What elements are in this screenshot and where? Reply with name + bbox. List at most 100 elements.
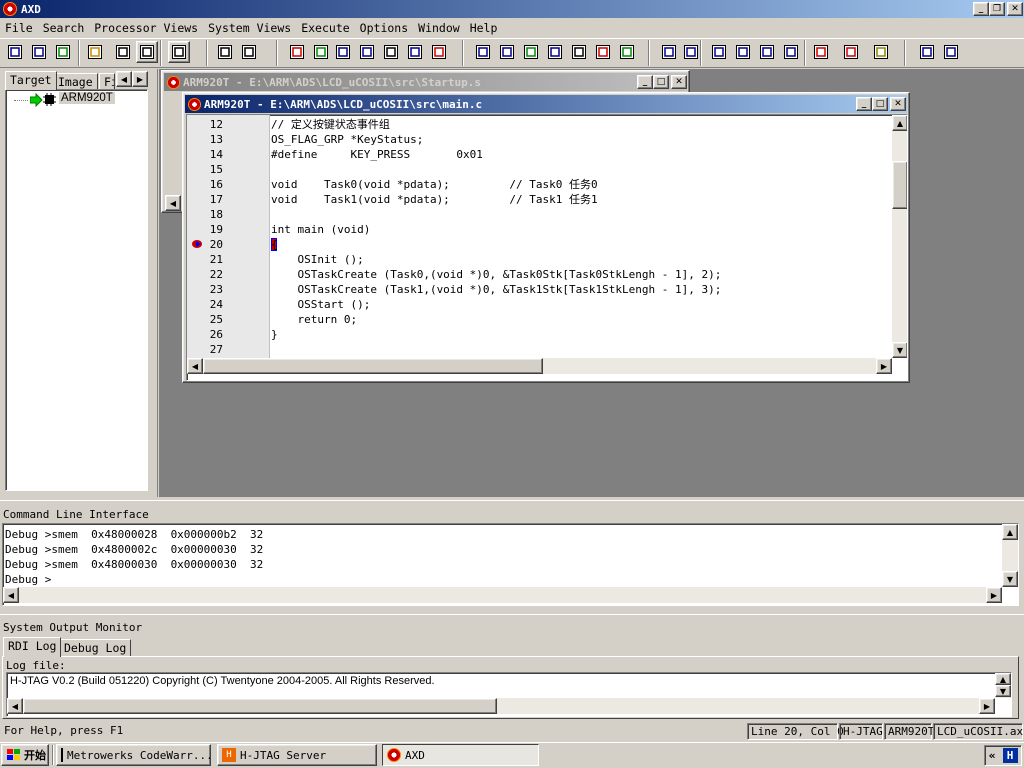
memory-view-icon[interactable]	[214, 41, 236, 63]
debug-output-icon[interactable]	[428, 41, 450, 63]
editor-vscroll-thumb[interactable]	[892, 161, 907, 209]
sys-vars-icon[interactable]	[520, 41, 542, 63]
cli-scroll-left[interactable]: ◀	[3, 587, 19, 603]
close-button[interactable]: ✕	[1007, 2, 1023, 16]
stop-icon[interactable]	[680, 41, 702, 63]
code-line[interactable]: OS_FLAG_GRP *KeyStatus;	[271, 132, 891, 147]
save-icon[interactable]	[112, 41, 134, 63]
binocular-icon[interactable]	[238, 41, 260, 63]
code-line[interactable]: OSTaskCreate (Task1,(void *)0, &Task1Stk…	[271, 282, 891, 297]
cli-hscrollbar[interactable]: ◀ ▶	[3, 587, 1002, 603]
log-hscroll-thumb[interactable]	[23, 698, 497, 714]
tree-item-arm920t[interactable]: ARM920T	[59, 92, 115, 104]
menu-window[interactable]: Window	[413, 19, 465, 38]
code-line[interactable]: {	[271, 237, 891, 252]
menu-search[interactable]: Search	[38, 19, 90, 38]
hourglass-icon[interactable]	[870, 41, 892, 63]
log-hscrollbar[interactable]: ◀ ▶	[7, 698, 995, 714]
go-icon[interactable]	[658, 41, 680, 63]
memory-icon[interactable]	[380, 41, 402, 63]
log-scroll-left[interactable]: ◀	[7, 698, 23, 714]
tray-icon[interactable]: H	[1002, 748, 1018, 763]
taskbar-axd[interactable]: AXD	[382, 744, 539, 766]
log-textbox[interactable]: H-JTAG V0.2 (Build 051220) Copyright (C)…	[6, 672, 1012, 717]
copy-icon[interactable]	[136, 41, 158, 63]
code-line[interactable]: }	[271, 327, 891, 342]
cli-scroll-up[interactable]: ▲	[1002, 524, 1018, 540]
editor-hscroll-thumb[interactable]	[203, 358, 543, 374]
sys-memory-icon[interactable]	[592, 41, 614, 63]
variables-icon[interactable]	[332, 41, 354, 63]
code-line[interactable]: // 定义按键状态事件组	[271, 117, 891, 132]
tab-debug-log[interactable]: Debug Log	[59, 639, 132, 657]
run-to-cursor-icon[interactable]	[780, 41, 802, 63]
backtrace-icon[interactable]	[356, 41, 378, 63]
menu-system-views[interactable]: System Views	[203, 19, 296, 38]
step-icon[interactable]	[732, 41, 754, 63]
main-close-button[interactable]: ✕	[890, 97, 906, 111]
code-line[interactable]: void Task1(void *pdata); // Task1 任务1	[271, 192, 891, 207]
code-line[interactable]	[271, 207, 891, 222]
code-line[interactable]: int main (void)	[271, 222, 891, 237]
tab-target[interactable]: Target	[5, 71, 57, 90]
main-window[interactable]: ARM920T - E:\ARM\ADS\LCD_uCOSII\src\main…	[182, 92, 910, 383]
log-vscrollbar[interactable]: ▲ ▼	[995, 673, 1011, 698]
editor-scroll-left[interactable]: ◀	[187, 358, 203, 374]
startup-close-button[interactable]: ✕	[671, 75, 687, 89]
main-minimize-button[interactable]: _	[856, 97, 872, 111]
reset-icon[interactable]	[52, 41, 74, 63]
open-file-icon[interactable]	[84, 41, 106, 63]
watch-icon[interactable]	[310, 41, 332, 63]
editor-scroll-right[interactable]: ▶	[876, 358, 892, 374]
code-editor[interactable]: 1213141516171819202122232425262728 // 定义…	[186, 114, 908, 381]
taskbar-codewarrior[interactable]: Metrowerks CodeWarr...	[56, 744, 211, 766]
log-scroll-right[interactable]: ▶	[979, 698, 995, 714]
breakpoints-icon[interactable]	[840, 41, 862, 63]
low-level-icon[interactable]	[404, 41, 426, 63]
editor-hscrollbar[interactable]: ◀ ▶	[187, 358, 892, 374]
sys-registers-icon[interactable]	[472, 41, 494, 63]
code-line[interactable]	[271, 342, 891, 357]
tab-rdi-log[interactable]: RDI Log	[3, 637, 62, 657]
code-line[interactable]: OSInit ();	[271, 252, 891, 267]
toggle-breakpoint-icon[interactable]	[810, 41, 832, 63]
menu-processor-views[interactable]: Processor Views	[89, 19, 203, 38]
tab-scroll-left[interactable]: ◀	[116, 71, 132, 87]
menu-help[interactable]: Help	[465, 19, 503, 38]
cli-scroll-right[interactable]: ▶	[986, 587, 1002, 603]
editor-scroll-up[interactable]: ▲	[892, 115, 907, 131]
context-help-icon[interactable]	[940, 41, 962, 63]
step-in-icon[interactable]	[708, 41, 730, 63]
code-line[interactable]: OSStart ();	[271, 297, 891, 312]
sys-watch-icon[interactable]	[496, 41, 518, 63]
code-line[interactable]: return 0;	[271, 312, 891, 327]
start-button[interactable]: 开始	[1, 744, 49, 766]
registers-icon[interactable]	[286, 41, 308, 63]
paste-icon[interactable]	[168, 41, 190, 63]
breakpoint-icon[interactable]	[190, 239, 204, 249]
startup-maximize-button[interactable]: □	[653, 75, 669, 89]
log-scroll-down[interactable]: ▼	[995, 685, 1011, 697]
tab-scroll-right[interactable]: ▶	[132, 71, 148, 87]
load-image-icon[interactable]	[4, 41, 26, 63]
editor-scroll-down[interactable]: ▼	[892, 342, 907, 358]
menu-options[interactable]: Options	[355, 19, 413, 38]
sys-source-icon[interactable]	[616, 41, 638, 63]
code-line[interactable]: OSTaskCreate (Task0,(void *)0, &Task0Stk…	[271, 267, 891, 282]
startup-scroll-left[interactable]: ◀	[165, 195, 181, 211]
startup-minimize-button[interactable]: _	[637, 75, 653, 89]
main-maximize-button[interactable]: □	[872, 97, 888, 111]
help-icon[interactable]	[916, 41, 938, 63]
console-icon[interactable]	[568, 41, 590, 63]
code-text[interactable]: // 定义按键状态事件组 OS_FLAG_GRP *KeyStatus; #defi…	[271, 117, 891, 372]
code-line[interactable]: void Task0(void *pdata); // Task0 任务0	[271, 177, 891, 192]
step-out-icon[interactable]	[756, 41, 778, 63]
cli-vscrollbar[interactable]: ▲ ▼	[1002, 524, 1018, 587]
taskbar-hjtag[interactable]: H H-JTAG Server	[217, 744, 377, 766]
editor-vscrollbar[interactable]: ▲ ▼	[892, 115, 907, 358]
restore-button[interactable]: ❐	[989, 2, 1005, 16]
menu-file[interactable]: File	[0, 19, 38, 38]
reload-icon[interactable]	[28, 41, 50, 63]
code-line[interactable]: #define KEY_PRESS 0x01	[271, 147, 891, 162]
tray-expand-icon[interactable]: «	[988, 749, 995, 762]
